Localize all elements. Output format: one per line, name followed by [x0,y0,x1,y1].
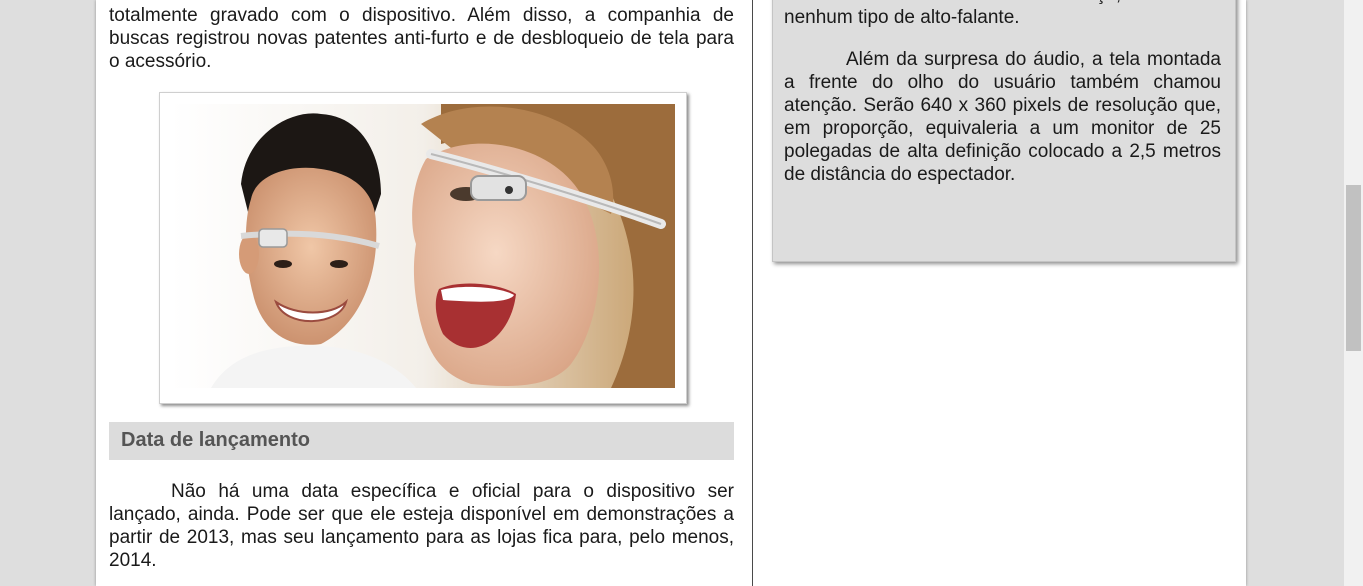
google-glass-photo-frame [159,92,687,404]
section-header-band: Data de lançamento [109,422,734,460]
sidebar-box: determinados ossos de sua cabeça, sem us… [772,0,1236,262]
scrollbar-thumb[interactable] [1346,185,1361,351]
sidebar-paragraph-1: determinados ossos de sua cabeça, sem us… [784,0,1221,28]
document-page: totalmente gravado com o dispositivo. Al… [96,0,1246,586]
sidebar-paragraph-2: Além da surpresa do áudio, a tela montad… [784,49,1221,185]
sidebar-content: determinados ossos de sua cabeça, sem us… [784,0,1221,186]
vertical-scrollbar[interactable] [1344,0,1363,586]
launch-paragraph: Não há uma data específica e oficial par… [109,481,734,571]
google-glass-photo [171,104,675,388]
intro-paragraph: totalmente gravado com o dispositivo. Al… [109,5,734,72]
column-divider [752,0,753,586]
intro-paragraph-block: totalmente gravado com o dispositivo. Al… [109,0,734,73]
launch-paragraph-block: Não há uma data específica e oficial par… [109,480,734,572]
section-title: Data de lançamento [121,429,310,451]
photo-illustration [171,104,675,388]
